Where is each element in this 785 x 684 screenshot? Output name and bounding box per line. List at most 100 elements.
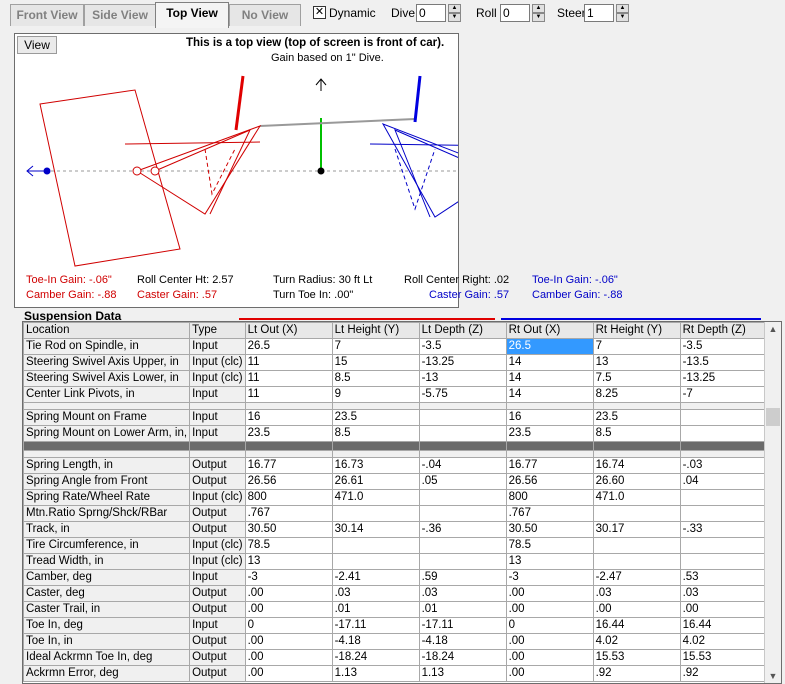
column-header[interactable]: Lt Out (X) [244, 322, 333, 339]
data-cell[interactable]: .05 [418, 473, 507, 490]
data-cell[interactable]: 16.77 [505, 457, 594, 474]
data-cell[interactable]: 13 [505, 553, 594, 570]
tab-no-view[interactable]: No View [229, 4, 301, 26]
data-cell[interactable]: 9 [331, 386, 420, 403]
data-cell[interactable]: .00 [244, 665, 333, 682]
data-cell[interactable] [418, 553, 507, 570]
data-cell[interactable]: 14 [505, 370, 594, 387]
data-cell[interactable]: 30.50 [505, 521, 594, 538]
data-cell[interactable]: -.04 [418, 457, 507, 474]
data-cell[interactable]: .00 [244, 585, 333, 602]
data-cell[interactable]: 8.5 [331, 425, 420, 442]
data-cell[interactable]: 30.17 [592, 521, 681, 538]
data-cell[interactable]: .01 [418, 601, 507, 618]
data-cell[interactable]: .00 [679, 601, 766, 618]
data-cell[interactable] [679, 489, 766, 506]
data-cell[interactable]: .53 [679, 569, 766, 586]
data-cell[interactable]: 23.5 [592, 409, 681, 426]
data-cell[interactable]: .04 [679, 473, 766, 490]
data-cell[interactable]: -18.24 [331, 649, 420, 666]
data-cell[interactable]: 800 [244, 489, 333, 506]
data-cell[interactable] [418, 537, 507, 554]
scroll-thumb[interactable] [766, 408, 780, 426]
data-cell[interactable]: -2.47 [592, 569, 681, 586]
data-cell[interactable]: 26.56 [505, 473, 594, 490]
data-cell[interactable]: .00 [505, 649, 594, 666]
data-cell[interactable]: 13 [592, 354, 681, 371]
data-cell[interactable]: 800 [505, 489, 594, 506]
column-header[interactable]: Location [23, 322, 191, 339]
data-cell[interactable] [418, 409, 507, 426]
tab-side-view[interactable]: Side View [84, 4, 156, 26]
data-cell[interactable]: 0 [244, 617, 333, 634]
data-cell[interactable]: 14 [505, 386, 594, 403]
data-cell[interactable] [592, 537, 681, 554]
data-cell[interactable] [418, 425, 507, 442]
dive-up-arrow-icon[interactable]: ▲ [448, 4, 461, 13]
data-cell[interactable]: 23.5 [505, 425, 594, 442]
data-cell[interactable]: 8.5 [592, 425, 681, 442]
data-cell[interactable]: 26.60 [592, 473, 681, 490]
data-cell[interactable]: 15.53 [592, 649, 681, 666]
data-cell[interactable]: 78.5 [505, 537, 594, 554]
data-cell[interactable]: -7 [679, 386, 766, 403]
data-cell[interactable]: -13.5 [679, 354, 766, 371]
data-cell[interactable]: .03 [679, 585, 766, 602]
data-cell[interactable] [679, 553, 766, 570]
data-cell[interactable]: 30.14 [331, 521, 420, 538]
data-cell[interactable]: 14 [505, 354, 594, 371]
data-cell[interactable]: -2.41 [331, 569, 420, 586]
data-cell[interactable]: 1.13 [331, 665, 420, 682]
data-cell[interactable]: .00 [505, 665, 594, 682]
data-cell[interactable]: .03 [592, 585, 681, 602]
data-cell[interactable]: 11 [244, 354, 333, 371]
data-cell[interactable]: -.03 [679, 457, 766, 474]
data-cell[interactable]: -13.25 [679, 370, 766, 387]
dive-input[interactable]: 0 [416, 4, 446, 22]
data-cell[interactable] [679, 537, 766, 554]
column-header[interactable]: Rt Depth (Z) [679, 322, 766, 339]
data-cell[interactable]: 471.0 [331, 489, 420, 506]
data-cell[interactable]: -13 [418, 370, 507, 387]
data-cell[interactable]: 30.50 [244, 521, 333, 538]
data-cell[interactable]: 0 [505, 617, 594, 634]
data-cell[interactable]: -3 [244, 569, 333, 586]
data-cell[interactable]: .767 [505, 505, 594, 522]
data-cell[interactable]: 26.5 [244, 338, 333, 355]
data-cell[interactable]: 16.44 [592, 617, 681, 634]
steer-down-arrow-icon[interactable]: ▼ [616, 13, 629, 22]
data-cell[interactable] [679, 425, 766, 442]
data-cell[interactable]: -3.5 [418, 338, 507, 355]
data-cell[interactable]: .01 [331, 601, 420, 618]
data-cell[interactable]: -5.75 [418, 386, 507, 403]
data-cell[interactable]: -13.25 [418, 354, 507, 371]
dynamic-checkbox[interactable]: ✕ [313, 6, 326, 19]
column-header[interactable]: Lt Height (Y) [331, 322, 420, 339]
column-header[interactable]: Lt Depth (Z) [418, 322, 507, 339]
data-cell[interactable]: 16.77 [244, 457, 333, 474]
data-cell[interactable] [331, 553, 420, 570]
view-button[interactable]: View [17, 36, 57, 54]
data-cell[interactable] [592, 553, 681, 570]
data-cell[interactable]: 16.73 [331, 457, 420, 474]
data-cell[interactable] [592, 505, 681, 522]
steer-up-arrow-icon[interactable]: ▲ [616, 4, 629, 13]
data-cell[interactable]: .03 [331, 585, 420, 602]
data-cell[interactable]: 7 [592, 338, 681, 355]
data-cell[interactable]: .00 [505, 633, 594, 650]
data-cell[interactable]: 23.5 [331, 409, 420, 426]
data-cell[interactable]: 26.61 [331, 473, 420, 490]
data-cell[interactable]: 7 [331, 338, 420, 355]
data-cell[interactable]: .92 [679, 665, 766, 682]
data-cell[interactable] [418, 505, 507, 522]
data-cell[interactable]: 26.56 [244, 473, 333, 490]
column-header[interactable]: Rt Height (Y) [592, 322, 681, 339]
data-cell[interactable]: -17.11 [331, 617, 420, 634]
data-cell[interactable] [331, 537, 420, 554]
data-cell[interactable]: .59 [418, 569, 507, 586]
data-cell[interactable]: -4.18 [418, 633, 507, 650]
scroll-down-icon[interactable]: ▼ [765, 669, 781, 683]
data-cell[interactable]: .00 [505, 585, 594, 602]
roll-input[interactable]: 0 [500, 4, 530, 22]
data-cell[interactable]: -4.18 [331, 633, 420, 650]
